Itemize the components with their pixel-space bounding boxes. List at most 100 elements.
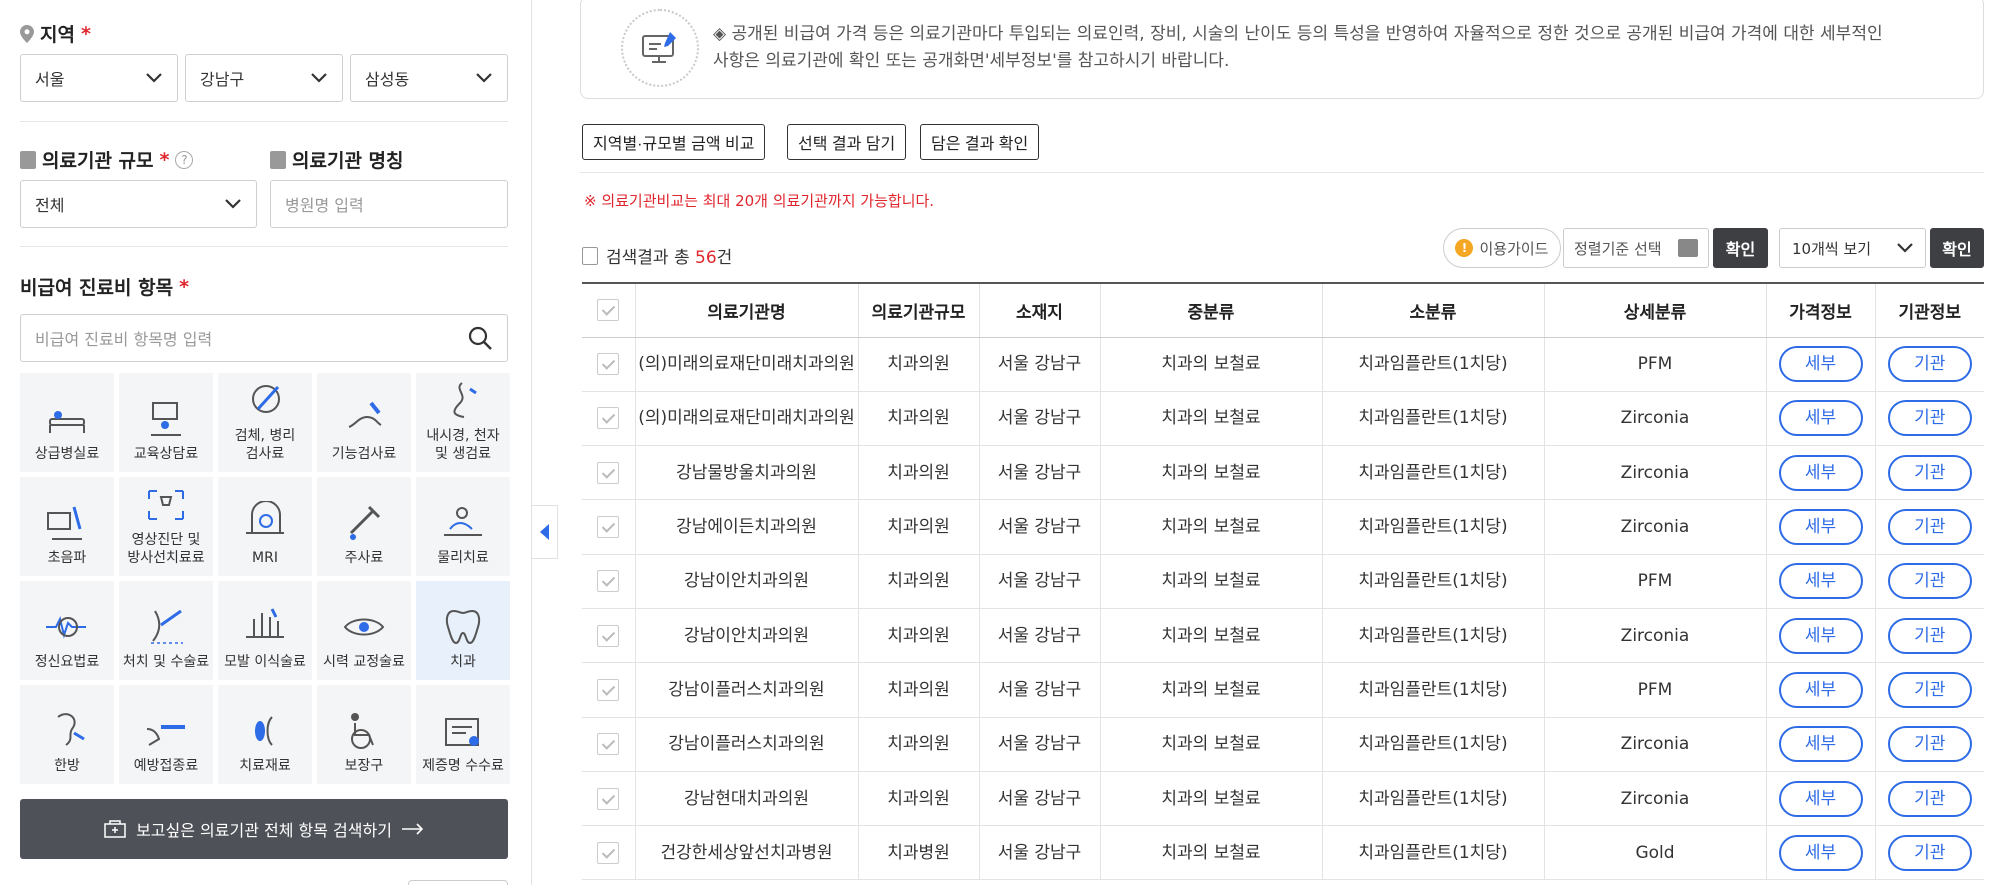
org-info-button[interactable]: 기관: [1887, 563, 1972, 600]
oriental-medicine-icon: [57, 713, 85, 746]
category-label: 초음파: [47, 550, 87, 566]
price-detail-button[interactable]: 세부: [1778, 346, 1863, 383]
price-info-cell: 세부: [1765, 717, 1875, 772]
org-info-button[interactable]: 기관: [1887, 346, 1972, 383]
org-info-button[interactable]: 기관: [1887, 509, 1972, 546]
select-all-checkbox[interactable]: [597, 299, 620, 322]
org-info-cell: 기관: [1874, 445, 1984, 501]
price-detail-button[interactable]: 세부: [1778, 726, 1863, 763]
category-item[interactable]: 시력 교정술료: [317, 581, 411, 680]
district-select[interactable]: 강남구: [185, 54, 343, 102]
scale-cell: 치과의원: [857, 717, 979, 772]
row-checkbox[interactable]: [597, 407, 620, 430]
price-detail-button[interactable]: 세부: [1778, 671, 1863, 708]
category-item[interactable]: 한방: [20, 685, 114, 784]
price-detail-button[interactable]: 세부: [1778, 617, 1863, 654]
list-icon: [1678, 239, 1698, 257]
hospital-name-input[interactable]: 병원명 입력: [270, 180, 508, 228]
row-checkbox[interactable]: [597, 570, 620, 593]
category-item[interactable]: 내시경, 천자 및 생검료: [416, 373, 510, 472]
per-page-confirm-button[interactable]: 확인: [1930, 228, 1984, 268]
price-detail-button[interactable]: 세부: [1778, 400, 1863, 437]
sidebar-bottom-button[interactable]: [408, 880, 508, 885]
hospital-name-cell: 강남물방울치과의원: [634, 445, 858, 501]
hospital-name-cell: 강남이플러스치과의원: [634, 662, 858, 718]
row-checkbox[interactable]: [597, 733, 620, 756]
scale-select[interactable]: 전체: [20, 180, 257, 228]
row-checkbox[interactable]: [597, 353, 620, 376]
row-checkbox[interactable]: [597, 841, 620, 864]
table-row: (의)미래의료재단미래치과의원 치과의원 서울 강남구 치과의 보철료 치과임플란트(1…: [582, 337, 1984, 392]
row-select-cell: [582, 445, 635, 501]
category-item[interactable]: 영상진단 및 방사선치료료: [119, 477, 213, 576]
org-info-button[interactable]: 기관: [1887, 780, 1972, 817]
view-saved-button[interactable]: 담은 결과 확인: [920, 124, 1040, 160]
org-info-button[interactable]: 기관: [1887, 834, 1972, 871]
row-checkbox[interactable]: [597, 678, 620, 701]
row-checkbox[interactable]: [597, 516, 620, 539]
category-item[interactable]: 처치 및 수술료: [119, 581, 213, 680]
add-selected-button[interactable]: 선택 결과 담기: [787, 124, 907, 160]
compare-button[interactable]: 지역별·규모별 금액 비교: [582, 124, 766, 160]
org-info-cell: 기관: [1874, 499, 1984, 555]
category-label: MRI: [252, 550, 278, 566]
usage-guide-button[interactable]: ! 이용가이드: [1443, 228, 1561, 268]
org-info-button[interactable]: 기관: [1887, 671, 1972, 708]
category-item[interactable]: 모발 이식술료: [218, 581, 312, 680]
category-item[interactable]: MRI: [218, 477, 312, 576]
category-item[interactable]: 물리치료: [416, 477, 510, 576]
row-checkbox[interactable]: [597, 461, 620, 484]
chevron-down-icon: [225, 199, 241, 209]
collapse-sidebar-toggle[interactable]: [532, 505, 558, 559]
location-cell: 서울 강남구: [978, 825, 1100, 881]
org-info-button[interactable]: 기관: [1887, 454, 1972, 491]
notice-text: ◈ 공개된 비급여 가격 등은 의료기관마다 투입되는 의료인력, 장비, 시술…: [713, 21, 1883, 75]
row-select-cell: [582, 662, 635, 718]
category-item[interactable]: 교육상담료: [119, 373, 213, 472]
search-all-button[interactable]: 보고싶은 의료기관 전체 항목 검색하기: [20, 799, 508, 859]
item-search-input[interactable]: 비급여 진료비 항목명 입력: [20, 314, 508, 362]
town-select[interactable]: 삼성동: [350, 54, 508, 102]
category-item[interactable]: 정신요법료: [20, 581, 114, 680]
category-item[interactable]: 치료재료: [218, 685, 312, 784]
scale-cell: 치과병원: [857, 825, 979, 881]
city-select[interactable]: 서울: [20, 54, 178, 102]
district-select-value: 강남구: [200, 70, 245, 89]
org-info-button[interactable]: 기관: [1887, 726, 1972, 763]
table-row: 강남이플러스치과의원 치과의원 서울 강남구 치과의 보철료 치과임플란트(1치당) Zi…: [582, 717, 1984, 772]
category-item[interactable]: 보장구: [317, 685, 411, 784]
col-header: 소분류: [1321, 282, 1544, 338]
category-item[interactable]: 검체, 병리 검사료: [218, 373, 312, 472]
row-checkbox[interactable]: [597, 787, 620, 810]
search-icon[interactable]: [467, 325, 493, 351]
scale-label: 의료기관 규모 * ?: [20, 146, 194, 173]
org-info-button[interactable]: 기관: [1887, 617, 1972, 654]
hospital-name-cell: 강남현대치과의원: [634, 771, 858, 827]
row-checkbox[interactable]: [597, 624, 620, 647]
sort-criteria-select[interactable]: 정렬기준 선택: [1563, 228, 1709, 268]
sort-confirm-button[interactable]: 확인: [1713, 228, 1768, 268]
help-icon[interactable]: ?: [175, 150, 194, 169]
price-detail-button[interactable]: 세부: [1778, 563, 1863, 600]
scale-label-text: 의료기관 규모: [42, 150, 154, 172]
scale-cell: 치과의원: [857, 771, 979, 827]
vision-correction-icon: [343, 618, 385, 636]
location-cell: 서울 강남구: [978, 445, 1100, 501]
price-detail-button[interactable]: 세부: [1778, 780, 1863, 817]
price-detail-button[interactable]: 세부: [1778, 509, 1863, 546]
per-page-select[interactable]: 10개씩 보기: [1779, 228, 1926, 268]
mid-category-cell: 치과의 보철료: [1099, 662, 1322, 718]
category-item[interactable]: 예방접종료: [119, 685, 213, 784]
category-item[interactable]: 치과: [416, 581, 510, 680]
category-item[interactable]: 주사료: [317, 477, 411, 576]
org-info-button[interactable]: 기관: [1887, 400, 1972, 437]
category-item[interactable]: 상급병실료: [20, 373, 114, 472]
price-notice-box: ◈ 공개된 비급여 가격 등은 의료기관마다 투입되는 의료인력, 장비, 시술…: [580, 0, 1984, 99]
category-item[interactable]: 초음파: [20, 477, 114, 576]
price-detail-button[interactable]: 세부: [1778, 454, 1863, 491]
price-detail-button[interactable]: 세부: [1778, 834, 1863, 871]
category-item[interactable]: 기능검사료: [317, 373, 411, 472]
chevron-down-icon: [146, 73, 162, 83]
scale-cell: 치과의원: [857, 554, 979, 609]
category-item[interactable]: 제증명 수수료: [416, 685, 510, 784]
